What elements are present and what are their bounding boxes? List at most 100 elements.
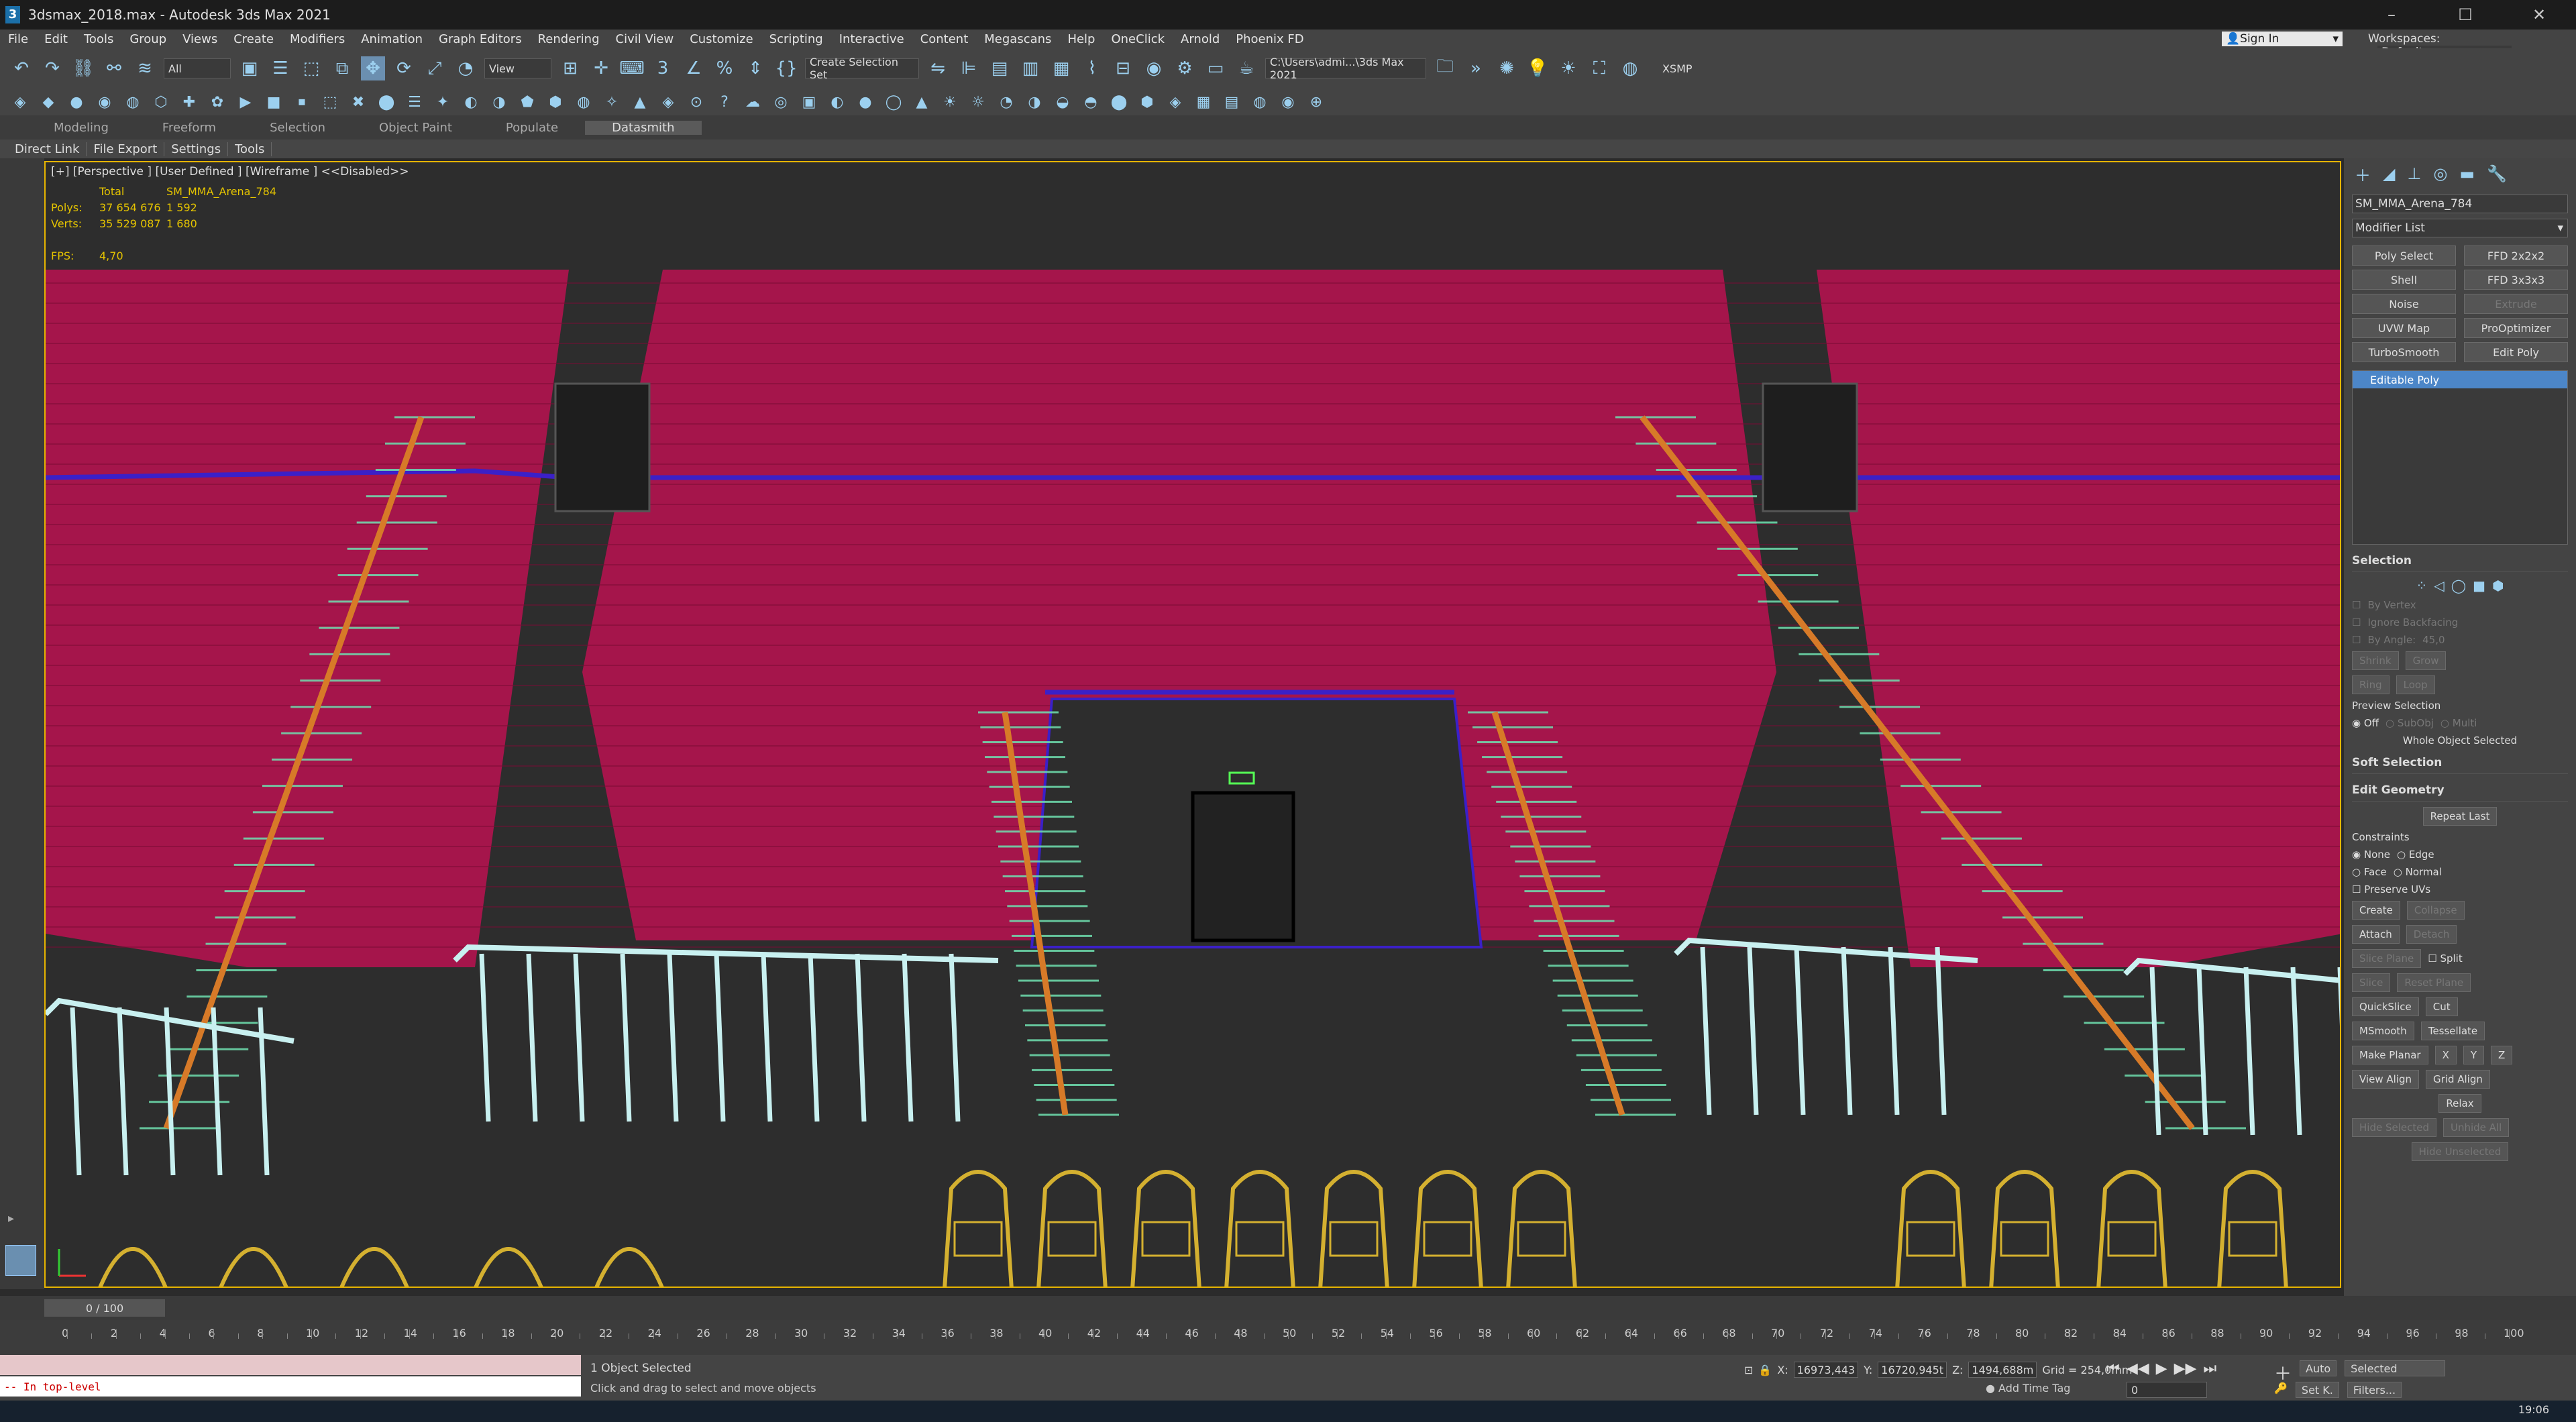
model-icon[interactable]: ◈	[9, 91, 31, 113]
close-button[interactable]: ✕	[2502, 0, 2576, 30]
current-frame-field[interactable]: 0	[2127, 1382, 2207, 1398]
sun-icon[interactable]: ☀	[1556, 56, 1580, 80]
menu-file[interactable]: File	[0, 32, 36, 46]
modifier-button-noise[interactable]: Noise	[2352, 294, 2456, 314]
menu-edit[interactable]: Edit	[36, 32, 76, 46]
ring-button[interactable]: Ring	[2352, 675, 2390, 694]
script-input[interactable]	[0, 1355, 581, 1375]
msmooth-button[interactable]: MSmooth	[2352, 1022, 2414, 1040]
pie3-icon[interactable]: ◒	[1052, 91, 1073, 113]
edit-geometry-title[interactable]: Edit Geometry	[2352, 779, 2568, 802]
ribbon-icon[interactable]: ▦	[1049, 56, 1073, 80]
render-setup-icon[interactable]: ⚙	[1173, 56, 1197, 80]
modifier-button-edit-poly[interactable]: Edit Poly	[2464, 342, 2568, 362]
penta-icon[interactable]: ⬟	[517, 91, 538, 113]
folder-icon[interactable]: 🗀	[1433, 56, 1457, 80]
light-icon[interactable]: 💡	[1525, 56, 1550, 80]
blob-icon[interactable]: ⬤	[1108, 91, 1130, 113]
tessellate-button[interactable]: Tessellate	[2420, 1022, 2485, 1040]
auto-key-button[interactable]: Auto	[2300, 1360, 2337, 1376]
bind-spacewarp-icon[interactable]: ≋	[133, 56, 157, 80]
dot-icon[interactable]: ⬤	[376, 91, 397, 113]
create-button[interactable]: Create	[2352, 901, 2400, 920]
menu-megascans[interactable]: Megascans	[976, 32, 1059, 46]
viewport-layout-icon[interactable]	[5, 1245, 36, 1276]
mirror-icon[interactable]: ⇋	[926, 56, 950, 80]
key-filter-dropdown[interactable]: Selected	[2345, 1360, 2446, 1376]
maxscript-listener[interactable]: -- In top-level	[0, 1355, 581, 1397]
hide-selected-button[interactable]: Hide Selected	[2352, 1118, 2436, 1137]
scale-icon[interactable]: ⤢	[423, 56, 447, 80]
edit-named-selection-icon[interactable]: {}	[774, 56, 798, 80]
menu-arnold[interactable]: Arnold	[1173, 32, 1228, 46]
collapse-button[interactable]: Collapse	[2406, 901, 2465, 920]
ribbon-tab-freeform[interactable]: Freeform	[136, 121, 243, 135]
undo-icon[interactable]: ↶	[9, 56, 34, 80]
subtab-tools[interactable]: Tools	[228, 142, 272, 156]
loop-button[interactable]: Loop	[2396, 675, 2435, 694]
slice-plane-button[interactable]: Slice Plane	[2352, 949, 2422, 968]
globe-icon[interactable]: ◍	[573, 91, 594, 113]
grid-icon[interactable]: ▦	[1193, 91, 1214, 113]
camera-icon[interactable]: ⛶	[1587, 56, 1611, 80]
go-to-end-icon[interactable]: ⏭	[2203, 1360, 2216, 1377]
edge-radio[interactable]: ○ Edge	[2397, 849, 2434, 861]
none-radio[interactable]: ◉ None	[2352, 849, 2390, 861]
preserve-uvs-checkbox[interactable]: ☐ Preserve UVs	[2352, 883, 2430, 895]
previous-frame-icon[interactable]: ◀◀	[2127, 1360, 2149, 1377]
placement-icon[interactable]: ◔	[453, 56, 478, 80]
modifier-button-ffd-2x2x2[interactable]: FFD 2x2x2	[2464, 245, 2568, 266]
polygon-icon[interactable]: ■	[2473, 578, 2485, 594]
ignore-backfacing-checkbox[interactable]: ☐ Ignore Backfacing	[2352, 616, 2568, 628]
ribbon-tab-datasmith[interactable]: Datasmith	[585, 120, 702, 135]
sun-icon[interactable]: ☀	[939, 91, 961, 113]
vertex-icon[interactable]: ⁘	[2416, 578, 2428, 594]
select-object-icon[interactable]: ▣	[237, 56, 262, 80]
frame-icon[interactable]: ⬚	[319, 91, 341, 113]
shrink-button[interactable]: Shrink	[2352, 651, 2399, 670]
unhide-all-button[interactable]: Unhide All	[2443, 1118, 2510, 1137]
view-align-button[interactable]: View Align	[2352, 1070, 2419, 1089]
z-button[interactable]: Z	[2491, 1046, 2513, 1064]
sphere-icon[interactable]: ●	[66, 91, 87, 113]
time-slider[interactable]: 0 / 100	[44, 1299, 165, 1317]
ribbon-tab-modeling[interactable]: Modeling	[27, 121, 136, 135]
menu-phoenix-fd[interactable]: Phoenix FD	[1228, 32, 1311, 46]
y-field[interactable]: 16720,945t	[1878, 1362, 1947, 1378]
modifier-button-ffd-3x3x3[interactable]: FFD 3x3x3	[2464, 270, 2568, 290]
render-icon[interactable]: ☕	[1234, 56, 1258, 80]
box-icon[interactable]: ⏹	[291, 91, 313, 113]
isolate-icon[interactable]: ⊡	[1744, 1364, 1753, 1376]
sign-in-dropdown[interactable]: 👤 Sign In ▾	[2222, 32, 2343, 46]
globe2-icon[interactable]: ◍	[1249, 91, 1271, 113]
curve-editor-icon[interactable]: ⌇	[1080, 56, 1104, 80]
play-icon[interactable]: ▶	[2156, 1360, 2167, 1377]
menu-interactive[interactable]: Interactive	[831, 32, 912, 46]
detach-button[interactable]: Detach	[2406, 925, 2457, 944]
schematic-view-icon[interactable]: ⊟	[1111, 56, 1135, 80]
spinner-snap-icon[interactable]: ⇕	[743, 56, 767, 80]
move-icon[interactable]: ✥	[361, 56, 385, 80]
menu-views[interactable]: Views	[174, 32, 225, 46]
snap-icon[interactable]: 3	[651, 56, 675, 80]
link-icon[interactable]: ⛓	[71, 56, 95, 80]
sun2-icon[interactable]: ☼	[967, 91, 989, 113]
list-icon[interactable]: ☰	[404, 91, 425, 113]
named-selection-dropdown[interactable]: Create Selection Set	[805, 56, 919, 81]
border-icon[interactable]: ◯	[2451, 578, 2466, 594]
menu-civil-view[interactable]: Civil View	[608, 32, 682, 46]
tri-icon[interactable]: ▲	[911, 91, 932, 113]
grid-align-button[interactable]: Grid Align	[2426, 1070, 2490, 1089]
key-icon[interactable]: 🔑	[2274, 1382, 2288, 1398]
off-radio[interactable]: ◉ Off	[2352, 717, 2379, 729]
next-frame-icon[interactable]: ▶▶	[2174, 1360, 2197, 1377]
flower-icon[interactable]: ✿	[207, 91, 228, 113]
percent-snap-icon[interactable]: %	[712, 56, 737, 80]
project-path-dropdown[interactable]: C:\Users\admi...\3ds Max 2021	[1265, 56, 1426, 81]
x-button[interactable]: X	[2434, 1046, 2457, 1064]
subobj-radio[interactable]: ○ SubObj	[2385, 717, 2434, 729]
circle-icon[interactable]: ◯	[883, 91, 904, 113]
subtab-settings[interactable]: Settings	[164, 142, 229, 156]
slice-button[interactable]: Slice	[2352, 973, 2391, 992]
overflow-icon[interactable]: »	[1464, 56, 1488, 80]
